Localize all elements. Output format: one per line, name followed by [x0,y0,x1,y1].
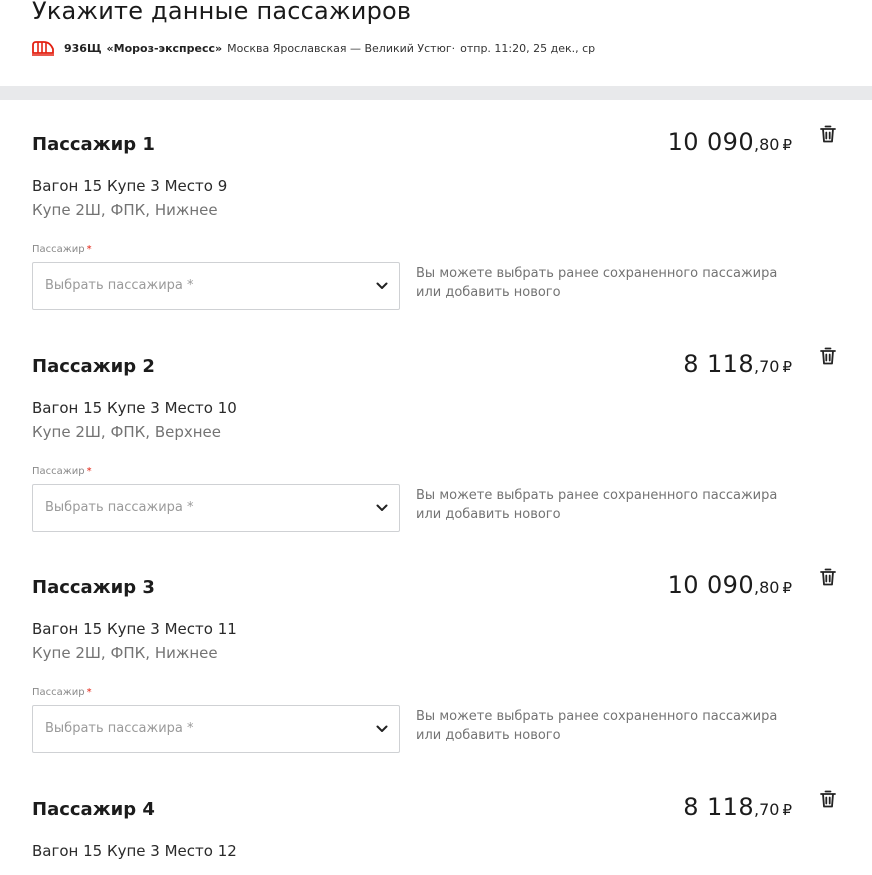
passenger-card: Пассажир 1 10 090,80 ₽ Вагон 15 Купе 3 Ме… [0,125,872,355]
price-cents: ,70 [754,357,780,376]
trash-icon[interactable] [819,789,837,809]
seat-info: Вагон 15 Купе 3 Место 10 [32,399,237,417]
ticket-price: 8 118,70 ₽ [683,350,792,378]
passenger-field-label: Пассажир * [32,687,92,698]
price-main: 8 118 [683,350,754,378]
section-divider [0,86,872,100]
ticket-price: 10 090,80 ₽ [668,128,792,156]
car-class: Купе 2Ш, ФПК, Верхнее [32,423,222,441]
select-placeholder: Выбрать пассажира * [45,721,194,736]
chevron-down-icon [375,279,389,293]
passenger-title: Пассажир 1 [32,134,155,155]
trash-icon[interactable] [819,346,837,366]
passenger-card: Пассажир 3 10 090,80 ₽ Вагон 15 Купе 3 Ме… [0,568,872,798]
select-hint: Вы можете выбрать ранее сохраненного пас… [416,488,778,522]
required-mark: * [86,466,92,477]
passenger-select[interactable]: Выбрать пассажира * [32,484,400,532]
seat-info: Вагон 15 Купе 3 Место 12 [32,842,237,860]
passenger-select[interactable]: Выбрать пассажира * [32,262,400,310]
passenger-title: Пассажир 4 [32,799,155,820]
route-separator: · [451,41,456,55]
ticket-price: 10 090,80 ₽ [668,571,792,599]
price-cents: ,80 [754,135,780,154]
required-mark: * [86,244,92,255]
train-info: 936Щ «Мороз-экспресс» Москва Ярославская… [32,39,595,57]
trash-icon[interactable] [819,124,837,144]
page-title: Укажите данные пассажиров [32,0,412,25]
price-main: 10 090 [667,128,754,156]
price-cents: ,80 [754,578,780,597]
seat-info: Вагон 15 Купе 3 Место 9 [32,177,228,195]
currency-sign: ₽ [782,136,792,154]
chevron-down-icon [375,501,389,515]
train-number: 936Щ [64,41,102,55]
passenger-card: Пассажир 2 8 118,70 ₽ Вагон 15 Купе 3 Мес… [0,347,872,577]
required-mark: * [86,687,92,698]
train-icon [32,40,54,56]
currency-sign: ₽ [782,801,792,819]
ticket-price: 8 118,70 ₽ [683,793,792,821]
select-hint: Вы можете выбрать ранее сохраненного пас… [416,266,778,300]
select-placeholder: Выбрать пассажира * [45,500,194,515]
passenger-title: Пассажир 3 [32,577,155,598]
chevron-down-icon [375,722,389,736]
car-class: Купе 2Ш, ФПК, Нижнее [32,201,218,219]
train-route: Москва Ярославская — Великий Устюг [227,41,452,55]
passenger-card: Пассажир 4 8 118,70 ₽ Вагон 15 Купе 3 Мес… [0,790,872,875]
page-header: Укажите данные пассажиров 936Щ «Мороз-эк… [0,0,872,86]
price-main: 10 090 [667,571,754,599]
passenger-title: Пассажир 2 [32,356,155,377]
select-placeholder: Выбрать пассажира * [45,278,194,293]
trash-icon[interactable] [819,567,837,587]
select-hint: Вы можете выбрать ранее сохраненного пас… [416,709,778,743]
passenger-field-label: Пассажир * [32,244,92,255]
currency-sign: ₽ [782,358,792,376]
price-cents: ,70 [754,800,780,819]
passenger-select[interactable]: Выбрать пассажира * [32,705,400,753]
train-name: «Мороз-экспресс» [106,41,223,55]
price-main: 8 118 [683,793,754,821]
seat-info: Вагон 15 Купе 3 Место 11 [32,620,237,638]
car-class: Купе 2Ш, ФПК, Нижнее [32,644,218,662]
passenger-field-label: Пассажир * [32,466,92,477]
departure-time: отпр. 11:20, 25 дек., ср [460,41,596,55]
currency-sign: ₽ [782,579,792,597]
